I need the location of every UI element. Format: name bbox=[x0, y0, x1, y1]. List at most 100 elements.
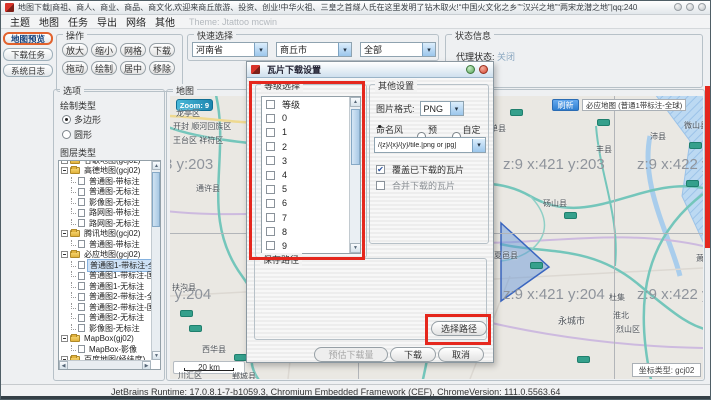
tree-item[interactable]: 影像图-无标注 bbox=[59, 323, 151, 334]
level-row[interactable]: 8 bbox=[262, 225, 349, 239]
checkbox-icon[interactable] bbox=[266, 100, 275, 109]
refresh-button[interactable]: 刷新 bbox=[552, 99, 579, 111]
op-button-缩小[interactable]: 缩小 bbox=[91, 43, 117, 57]
level-row[interactable]: 0 bbox=[262, 111, 349, 125]
op-button-绘制[interactable]: 绘制 bbox=[91, 61, 117, 75]
level-row[interactable]: 等级 bbox=[262, 97, 349, 111]
scroll-up-icon[interactable]: ▲ bbox=[152, 161, 161, 170]
menu-item-1[interactable]: 主题 bbox=[10, 14, 30, 29]
tree-item[interactable]: MapBox-影像 bbox=[59, 344, 151, 355]
quick-select-combo[interactable]: 河南省▾ bbox=[192, 42, 268, 57]
chevron-down-icon[interactable]: ▾ bbox=[254, 43, 267, 56]
checkbox-icon[interactable] bbox=[266, 185, 275, 194]
close-button[interactable] bbox=[698, 3, 706, 11]
op-button-拖动[interactable]: 拖动 bbox=[62, 61, 88, 75]
dialog-restore-button[interactable] bbox=[466, 65, 475, 74]
scroll-left-icon[interactable]: ◀ bbox=[59, 361, 68, 370]
op-button-下载[interactable]: 下载 bbox=[149, 43, 175, 57]
radio-circle[interactable]: 圆形 bbox=[62, 128, 92, 141]
scroll-right-icon[interactable]: ▶ bbox=[142, 361, 151, 370]
tree-item[interactable]: 路网图-无标注 bbox=[59, 218, 151, 229]
level-row[interactable]: 2 bbox=[262, 140, 349, 154]
dialog-title-bar[interactable]: 瓦片下载设置 bbox=[247, 62, 493, 78]
level-row[interactable]: 1 bbox=[262, 125, 349, 139]
op-button-移除[interactable]: 移除 bbox=[149, 61, 175, 75]
scroll-down-icon[interactable]: ▼ bbox=[152, 351, 161, 360]
menu-item-4[interactable]: 导出 bbox=[97, 14, 117, 29]
level-row[interactable]: 5 bbox=[262, 182, 349, 196]
tree-item[interactable]: 普通图1-无标注 bbox=[59, 281, 151, 292]
quick-select-combo[interactable]: 商丘市▾ bbox=[276, 42, 352, 57]
tree-vertical-scrollbar[interactable]: ▲ ▼ bbox=[151, 161, 160, 360]
format-select[interactable]: PNG ▾ bbox=[420, 101, 464, 116]
side-tab-系统日志[interactable]: 系统日志 bbox=[3, 64, 53, 77]
checkbox-icon[interactable] bbox=[266, 241, 275, 250]
chevron-down-icon[interactable]: ▾ bbox=[450, 102, 463, 115]
level-row[interactable]: 4 bbox=[262, 168, 349, 182]
dialog-icon bbox=[251, 65, 260, 74]
radio-polygon[interactable]: 多边形 bbox=[62, 113, 101, 126]
checkbox-icon[interactable] bbox=[266, 171, 275, 180]
collapse-icon[interactable] bbox=[61, 167, 68, 174]
layer-tree[interactable]: 谷歌地图(gcj02)高德地图(gcj02)普通图-带标注普通图-无标注影像图-… bbox=[58, 160, 161, 370]
tree-item[interactable]: 普通图-带标注 bbox=[59, 239, 151, 250]
checkbox-icon[interactable] bbox=[266, 128, 275, 137]
tree-item[interactable]: 影像图-无标注 bbox=[59, 197, 151, 208]
tree-item[interactable]: 普通图1-带标注-全球 bbox=[59, 260, 151, 271]
merge-checkbox[interactable]: 合并下载的瓦片 bbox=[376, 179, 455, 192]
collapse-icon[interactable] bbox=[61, 335, 68, 342]
level-list[interactable]: 等级0123456789 ▲ ▼ bbox=[261, 96, 361, 254]
tree-scroll-thumb[interactable] bbox=[152, 172, 160, 227]
collapse-icon[interactable] bbox=[61, 161, 68, 164]
side-tab-下载任务[interactable]: 下载任务 bbox=[3, 48, 53, 61]
collapse-icon[interactable] bbox=[61, 251, 68, 258]
tree-item[interactable]: 普通图2-带标注-国内 bbox=[59, 302, 151, 313]
side-tab-地图预览[interactable]: 地图预览 bbox=[3, 32, 53, 45]
minimize-button[interactable] bbox=[674, 3, 682, 11]
checkbox-icon[interactable] bbox=[266, 114, 275, 123]
level-row[interactable]: 3 bbox=[262, 154, 349, 168]
scroll-up-icon[interactable]: ▲ bbox=[350, 97, 361, 107]
checkbox-icon[interactable] bbox=[266, 227, 275, 236]
download-button[interactable]: 下载 bbox=[390, 347, 436, 362]
level-scroll-thumb[interactable] bbox=[351, 109, 360, 165]
chevron-down-icon[interactable]: ▾ bbox=[472, 139, 485, 152]
tree-item[interactable]: 普通图2-带标注-全球 bbox=[59, 292, 151, 303]
collapse-icon[interactable] bbox=[61, 230, 68, 237]
tree-item[interactable]: 普通图-带标注 bbox=[59, 176, 151, 187]
tree-item[interactable]: 腾讯地图(gcj02) bbox=[59, 229, 151, 240]
tree-item[interactable]: 普通图1-带标注-国内 bbox=[59, 271, 151, 282]
path-pattern-select[interactable]: /{z}/{x}/{y}/tile.[png or jpg] ▾ bbox=[374, 137, 486, 153]
level-row[interactable]: 7 bbox=[262, 211, 349, 225]
maximize-button[interactable] bbox=[686, 3, 694, 11]
op-button-网格[interactable]: 网格 bbox=[120, 43, 146, 57]
overwrite-checkbox[interactable]: ✔ 覆盖已下载的瓦片 bbox=[376, 163, 464, 176]
menu-item-5[interactable]: 网络 bbox=[126, 14, 146, 29]
tree-item[interactable]: 高德地图(gcj02) bbox=[59, 166, 151, 177]
menu-item-3[interactable]: 任务 bbox=[68, 14, 88, 29]
op-button-居中[interactable]: 居中 bbox=[120, 61, 146, 75]
scroll-down-icon[interactable]: ▼ bbox=[350, 243, 361, 253]
checkbox-icon[interactable] bbox=[266, 199, 275, 208]
op-button-放大[interactable]: 放大 bbox=[62, 43, 88, 57]
checkbox-icon[interactable] bbox=[266, 213, 275, 222]
menu-item-6[interactable]: 其他 bbox=[155, 14, 175, 29]
chevron-down-icon[interactable]: ▾ bbox=[338, 43, 351, 56]
tree-horizontal-scrollbar[interactable]: ◀ ▶ bbox=[59, 360, 151, 369]
checkbox-icon[interactable] bbox=[266, 142, 275, 151]
title-bar[interactable]: 地图下载|商祖、商人、商业、商品、商文化,欢迎来商丘旅游、投资、创业!中华火祖、… bbox=[1, 1, 710, 15]
tree-item[interactable]: 路网图-带标注 bbox=[59, 208, 151, 219]
menu-item-2[interactable]: 地图 bbox=[39, 14, 59, 29]
level-row[interactable]: 9 bbox=[262, 239, 349, 253]
cancel-button[interactable]: 取消 bbox=[438, 347, 484, 362]
level-row[interactable]: 6 bbox=[262, 196, 349, 210]
tree-item[interactable]: 普通图-无标注 bbox=[59, 187, 151, 198]
tree-item[interactable]: MapBox(gj02) bbox=[59, 334, 151, 345]
tree-item[interactable]: 普通图2-无标注 bbox=[59, 313, 151, 324]
quick-select-combo[interactable]: 全部▾ bbox=[360, 42, 436, 57]
level-list-scrollbar[interactable]: ▲ ▼ bbox=[349, 97, 360, 253]
dialog-close-button[interactable] bbox=[479, 65, 488, 74]
chevron-down-icon[interactable]: ▾ bbox=[422, 43, 435, 56]
choose-path-button[interactable]: 选择路径 bbox=[431, 321, 487, 336]
checkbox-icon[interactable] bbox=[266, 156, 275, 165]
